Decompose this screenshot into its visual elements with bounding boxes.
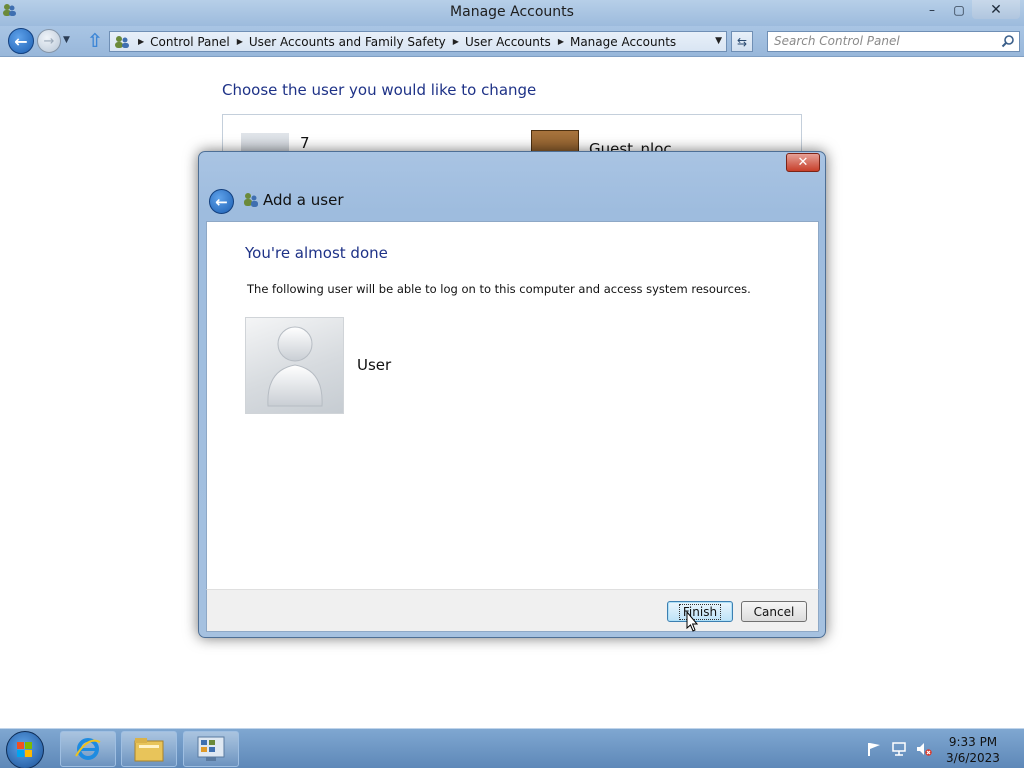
refresh-button[interactable]: ⇆ xyxy=(731,31,753,52)
chevron-right-icon[interactable]: ▶ xyxy=(138,37,144,46)
file-explorer-icon xyxy=(134,738,164,762)
cancel-label: Cancel xyxy=(753,604,795,619)
refresh-icon: ⇆ xyxy=(736,34,748,49)
breadcrumb-user-accounts-family-safety[interactable]: User Accounts and Family Safety xyxy=(249,35,446,49)
system-clock[interactable]: 9:33 PM 3/6/2023 xyxy=(944,734,1002,766)
control-panel-icon xyxy=(115,35,129,48)
chevron-down-icon[interactable]: ▼ xyxy=(715,36,722,46)
cancel-button[interactable]: Cancel xyxy=(741,601,807,622)
mouse-pointer-icon xyxy=(686,611,698,632)
back-button[interactable]: ← xyxy=(8,28,34,54)
clock-date: 3/6/2023 xyxy=(946,751,1000,765)
clock-time: 9:33 PM xyxy=(948,735,998,749)
maximize-button[interactable]: ▢ xyxy=(946,0,972,19)
dialog-description: The following user will be able to log o… xyxy=(247,282,751,296)
taskbar-file-explorer[interactable] xyxy=(121,731,177,767)
taskbar: 9:33 PM 3/6/2023 xyxy=(0,728,1024,768)
breadcrumb-user-accounts[interactable]: User Accounts xyxy=(465,35,551,49)
chevron-right-icon[interactable]: ▶ xyxy=(558,37,564,46)
account-name[interactable]: 7 xyxy=(300,134,310,152)
page-heading: Choose the user you would like to change xyxy=(222,81,537,99)
default-user-icon xyxy=(267,326,323,407)
chevron-right-icon[interactable]: ▶ xyxy=(453,37,459,46)
network-icon[interactable] xyxy=(891,741,907,757)
search-icon[interactable] xyxy=(1001,34,1015,48)
breadcrumb-control-panel[interactable]: Control Panel xyxy=(150,35,230,49)
dialog-close-button[interactable]: ✕ xyxy=(786,153,820,172)
forward-button[interactable]: → xyxy=(37,29,61,53)
back-arrow-icon: ← xyxy=(14,31,28,51)
navigation-bar: ← → ▼ ⇧ ▶ Control Panel ▶ User Accounts … xyxy=(0,26,1024,57)
search-placeholder: Search Control Panel xyxy=(774,34,900,48)
maximize-icon: ▢ xyxy=(953,2,965,17)
recent-pages-dropdown[interactable]: ▼ xyxy=(63,35,70,45)
taskbar-control-panel[interactable] xyxy=(183,731,239,767)
breadcrumb-manage-accounts[interactable]: Manage Accounts xyxy=(570,35,676,49)
dialog-body: You're almost done The following user wi… xyxy=(206,221,819,589)
add-user-dialog: ✕ ← Add a user You're almost done The fo… xyxy=(198,151,826,638)
chevron-right-icon[interactable]: ▶ xyxy=(237,37,243,46)
close-icon: ✕ xyxy=(797,155,809,170)
forward-arrow-icon: → xyxy=(43,33,55,49)
window-title: Manage Accounts xyxy=(450,4,574,20)
dialog-back-button[interactable]: ← xyxy=(209,189,234,214)
close-icon: ✕ xyxy=(990,1,1002,18)
taskbar-internet-explorer[interactable] xyxy=(60,731,116,767)
minimize-icon: – xyxy=(929,2,935,17)
dialog-footer: Finish Cancel xyxy=(206,589,819,632)
address-bar[interactable]: ▶ Control Panel ▶ User Accounts and Fami… xyxy=(109,31,727,52)
avatar xyxy=(245,317,344,414)
dialog-title: Add a user xyxy=(263,191,344,209)
control-panel-icon xyxy=(197,736,225,761)
flag-icon[interactable] xyxy=(866,741,882,757)
start-button[interactable] xyxy=(6,731,44,768)
volume-muted-icon[interactable] xyxy=(916,741,932,757)
close-button[interactable]: ✕ xyxy=(972,0,1020,19)
internet-explorer-icon xyxy=(75,738,101,760)
up-arrow-icon: ⇧ xyxy=(87,30,103,52)
finish-button[interactable]: Finish xyxy=(667,601,733,622)
user-accounts-icon xyxy=(244,193,258,207)
window-titlebar: Manage Accounts – ▢ ✕ xyxy=(0,0,1024,26)
search-input[interactable]: Search Control Panel xyxy=(767,31,1020,52)
back-arrow-icon: ← xyxy=(215,192,228,211)
new-user-name: User xyxy=(357,356,392,374)
up-level-button[interactable]: ⇧ xyxy=(85,30,105,52)
dialog-heading: You're almost done xyxy=(245,244,388,262)
windows-logo-icon xyxy=(17,742,32,757)
minimize-button[interactable]: – xyxy=(918,0,946,19)
